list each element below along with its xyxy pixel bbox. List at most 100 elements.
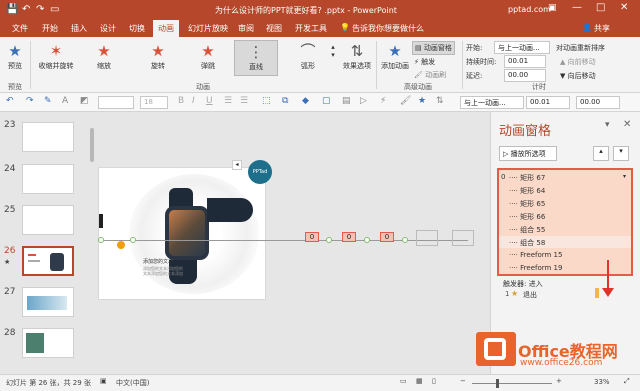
tab-animations[interactable]: 动画 bbox=[153, 20, 179, 37]
slide-thumbnail-23[interactable] bbox=[22, 122, 74, 152]
add-animation-icon[interactable]: ★ bbox=[418, 96, 426, 106]
language-label[interactable]: 中文(中国) bbox=[116, 378, 149, 388]
animation-list[interactable]: 0 ···· 矩形 67 ▾ ···· 矩形 64 ···· 矩形 65 ···… bbox=[497, 168, 633, 276]
tab-view[interactable]: 视图 bbox=[266, 23, 282, 34]
present-icon[interactable]: ▭ bbox=[50, 4, 59, 15]
motion-path-line[interactable] bbox=[98, 240, 468, 241]
play-selected-button[interactable]: ▷ 播放所选项 bbox=[499, 146, 557, 161]
shape-icon[interactable]: ⬚ bbox=[262, 96, 271, 106]
fit-window-icon[interactable]: ⤢ bbox=[624, 377, 630, 386]
font-color-icon[interactable]: A bbox=[62, 96, 68, 106]
effect-options-icon[interactable]: ⇅ bbox=[436, 96, 444, 106]
tab-transitions[interactable]: 切换 bbox=[129, 23, 145, 34]
motion-path-point[interactable] bbox=[364, 237, 370, 243]
slide-thumbnail-25[interactable] bbox=[22, 205, 74, 235]
tab-design[interactable]: 设计 bbox=[100, 23, 116, 34]
align-center-icon[interactable]: ☰ bbox=[240, 96, 248, 106]
reading-view-icon[interactable]: ▯ bbox=[432, 377, 436, 385]
list-item-dropdown-icon[interactable]: ▾ bbox=[623, 173, 626, 180]
tab-slideshow[interactable]: 幻灯片放映 bbox=[188, 23, 228, 34]
move-down-button[interactable]: ▾ bbox=[613, 146, 629, 161]
anim-tag-icon[interactable]: ◂ bbox=[232, 160, 242, 170]
tab-insert[interactable]: 插入 bbox=[71, 23, 87, 34]
slide-thumbnails[interactable]: 23 24 25 26 ★ 27 28 bbox=[0, 112, 98, 374]
slide-thumbnail-26[interactable] bbox=[22, 246, 74, 276]
move-earlier-button[interactable]: ▲ 向前移动 bbox=[560, 57, 596, 67]
ribbon-options-icon[interactable]: ▣ bbox=[548, 3, 557, 13]
exit-label[interactable]: 退出 bbox=[523, 290, 537, 300]
align-left-icon[interactable]: ☰ bbox=[224, 96, 232, 106]
move-later-button[interactable]: ▼ 向后移动 bbox=[560, 71, 596, 81]
share-button[interactable]: 共享 bbox=[594, 23, 610, 34]
list-item[interactable]: ···· 矩形 65 bbox=[509, 199, 545, 209]
toolbar-start-select[interactable]: 与上一动画... bbox=[460, 96, 524, 109]
maximize-icon[interactable]: □ bbox=[596, 2, 605, 13]
share-icon[interactable]: 👤 bbox=[582, 23, 592, 32]
tab-file[interactable]: 文件 bbox=[12, 23, 28, 34]
add-animation-button[interactable]: ★ 添加动画 bbox=[380, 43, 410, 71]
minimize-icon[interactable]: — bbox=[572, 2, 582, 13]
delay-input[interactable]: 00.00 bbox=[504, 69, 546, 82]
motion-path-box[interactable]: 0 bbox=[342, 232, 356, 242]
thumbnail-scrollbar[interactable] bbox=[88, 118, 96, 368]
effect-bounce[interactable]: ★ 弹跳 bbox=[190, 43, 226, 71]
duration-input[interactable]: 00.01 bbox=[504, 55, 546, 68]
normal-view-icon[interactable]: ▭ bbox=[400, 377, 407, 385]
preview-button[interactable]: ★ 预览 bbox=[4, 43, 26, 71]
move-up-button[interactable]: ▴ bbox=[593, 146, 609, 161]
tab-review[interactable]: 审阅 bbox=[238, 23, 254, 34]
motion-path-box[interactable]: 0 bbox=[380, 232, 394, 242]
undo-icon[interactable]: ↶ bbox=[6, 96, 14, 106]
list-item[interactable]: ···· Freeform 15 bbox=[509, 251, 562, 259]
zoom-slider[interactable] bbox=[472, 383, 552, 384]
effect-arc[interactable]: ⌒ 弧形 bbox=[290, 43, 326, 71]
close-icon[interactable]: ✕ bbox=[620, 2, 628, 13]
exit-timing-bar[interactable] bbox=[595, 288, 599, 298]
motion-path-point[interactable] bbox=[402, 237, 408, 243]
list-item[interactable]: ···· 矩形 64 bbox=[509, 186, 545, 196]
pane-close-icon[interactable]: ✕ bbox=[623, 119, 631, 130]
list-item[interactable]: ···· 矩形 66 bbox=[509, 212, 545, 222]
toolbar-duration-input[interactable]: 00.01 bbox=[526, 96, 570, 109]
effect-line[interactable]: ⋮ 直线 bbox=[234, 40, 278, 76]
save-icon[interactable]: 💾 bbox=[6, 4, 18, 15]
highlight-icon[interactable]: ◩ bbox=[80, 96, 89, 106]
zoom-in-icon[interactable]: + bbox=[556, 377, 562, 385]
animation-pane-button[interactable]: ▤ 动画窗格 bbox=[412, 41, 455, 55]
motion-path-box[interactable]: 0 bbox=[305, 232, 319, 242]
zoom-slider-thumb[interactable] bbox=[496, 379, 499, 388]
preview-icon[interactable]: ▷ bbox=[360, 96, 367, 106]
animation-pane-icon[interactable]: ▤ bbox=[342, 96, 351, 106]
effect-spin[interactable]: ★ 旋转 bbox=[140, 43, 176, 71]
slide-canvas[interactable]: 添加您的文本 添加您的文本添加您的文本添加您的文本添加 ◂ PPTad 0 0 … bbox=[98, 112, 490, 374]
redo-icon[interactable]: ↷ bbox=[36, 4, 44, 15]
font-name-select[interactable] bbox=[98, 96, 134, 109]
format-painter-icon[interactable]: ✎ bbox=[44, 96, 52, 106]
shape-fill-icon[interactable]: ◆ bbox=[302, 96, 309, 106]
font-size-select[interactable]: 18 bbox=[140, 96, 168, 109]
list-item[interactable]: ···· 矩形 67 bbox=[509, 173, 545, 183]
slide-thumbnail-28[interactable] bbox=[22, 328, 74, 358]
bold-icon[interactable]: B bbox=[178, 96, 184, 106]
start-select[interactable]: 与上一动画... bbox=[494, 41, 550, 54]
zoom-out-icon[interactable]: − bbox=[460, 377, 466, 385]
tell-me-input[interactable]: 告诉我你想要做什么 bbox=[352, 23, 424, 34]
italic-icon[interactable]: I bbox=[192, 96, 195, 106]
motion-path-point[interactable] bbox=[130, 237, 136, 243]
slide[interactable]: 添加您的文本 添加您的文本添加您的文本添加您的文本添加 bbox=[98, 167, 266, 300]
gallery-more-icon[interactable]: ▴ ▾ bbox=[328, 43, 338, 59]
list-item[interactable]: ···· 组合 55 bbox=[509, 225, 545, 235]
motion-path-point[interactable] bbox=[98, 237, 104, 243]
tab-home[interactable]: 开始 bbox=[42, 23, 58, 34]
toolbar-delay-input[interactable]: 00.00 bbox=[576, 96, 620, 109]
slide-thumbnail-24[interactable] bbox=[22, 164, 74, 194]
effect-zoom[interactable]: ★ 缩放 bbox=[86, 43, 122, 71]
effect-spin-shrink[interactable]: ✶ 收缩并旋转 bbox=[36, 43, 76, 71]
redo-icon[interactable]: ↷ bbox=[26, 96, 34, 106]
arrange-icon[interactable]: ⧉ bbox=[282, 96, 288, 106]
list-item[interactable]: ···· Freeform 19 bbox=[509, 264, 562, 272]
undo-icon[interactable]: ↶ bbox=[22, 4, 30, 15]
painter-icon[interactable]: 🖌 bbox=[400, 96, 411, 106]
underline-icon[interactable]: U bbox=[206, 96, 213, 106]
pane-menu-icon[interactable]: ▾ bbox=[605, 120, 610, 130]
